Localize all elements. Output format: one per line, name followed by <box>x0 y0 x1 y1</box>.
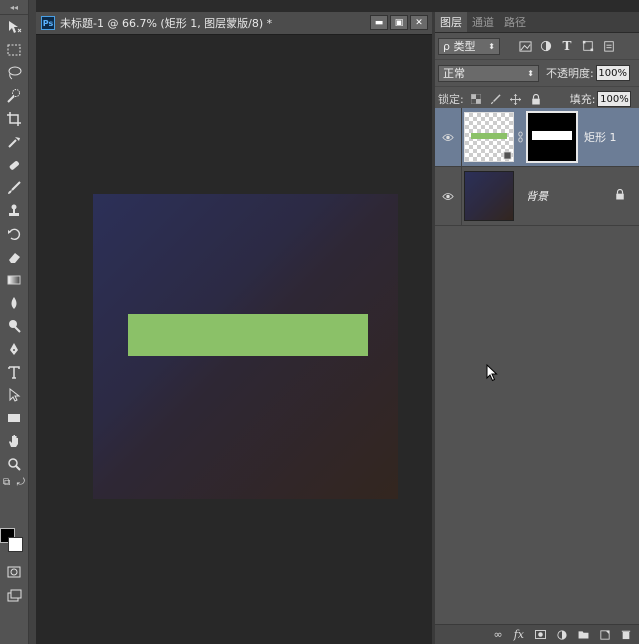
layer-row-background[interactable]: 背景 <box>435 167 639 226</box>
delete-layer-trash-icon[interactable] <box>621 629 631 640</box>
adjustment-layer-icon[interactable] <box>557 629 567 640</box>
filter-kind-label: ρ 类型 <box>443 40 476 53</box>
path-selection-icon[interactable] <box>0 383 28 406</box>
minimize-button[interactable]: ▬ <box>370 15 388 30</box>
background-color-swatch[interactable] <box>8 537 23 552</box>
layer-lock-icon[interactable] <box>615 188 625 203</box>
layer-filter-row: ρ 类型 ⬍ T <box>435 33 639 60</box>
lock-image-pixels-icon[interactable] <box>490 93 502 105</box>
green-rectangle-shape[interactable] <box>128 314 368 356</box>
history-brush-icon[interactable] <box>0 222 28 245</box>
photoshop-doc-icon: Ps <box>41 16 55 30</box>
quick-mask-icon[interactable] <box>0 560 28 583</box>
visibility-eye-icon[interactable] <box>435 167 462 225</box>
new-group-folder-icon[interactable] <box>578 630 589 639</box>
add-mask-icon[interactable] <box>535 630 546 639</box>
tab-layers[interactable]: 图层 <box>435 12 467 32</box>
document-tab[interactable]: Ps 未标题-1 @ 66.7% (矩形 1, 图层蒙版/8) * ▬ ▣ ✕ <box>36 12 432 35</box>
type-icon[interactable] <box>0 360 28 383</box>
document-title: 未标题-1 @ 66.7% (矩形 1, 图层蒙版/8) * <box>60 17 273 30</box>
panel-tabs: 图层 通道 路径 <box>435 12 639 33</box>
healing-brush-icon[interactable] <box>0 153 28 176</box>
document-window: Ps 未标题-1 @ 66.7% (矩形 1, 图层蒙版/8) * ▬ ▣ ✕ <box>36 12 432 644</box>
mouse-cursor-icon <box>486 364 498 382</box>
blur-icon[interactable] <box>0 291 28 314</box>
layer-name: 矩形 1 <box>584 131 617 144</box>
lock-position-icon[interactable] <box>510 93 522 105</box>
lock-transparent-pixels-icon[interactable] <box>470 93 482 105</box>
blend-mode-select[interactable]: 正常 ⬍ <box>438 64 539 82</box>
zoom-icon[interactable] <box>0 452 28 475</box>
background-thumbnail <box>464 171 514 221</box>
mask-white-area <box>532 131 572 140</box>
screen-mode-icon[interactable] <box>0 584 28 607</box>
window-controls: ▬ ▣ ✕ <box>370 15 428 30</box>
quick-selection-icon[interactable] <box>0 84 28 107</box>
default-colors-swap-icon[interactable]: ⧉ ⤾ <box>0 475 28 491</box>
pen-icon[interactable] <box>0 337 28 360</box>
layer-thumbnail <box>464 112 514 162</box>
dodge-icon[interactable] <box>0 314 28 337</box>
blend-row: 正常 ⬍ 不透明度: 100% <box>435 60 639 87</box>
swap-colors-icon[interactable]: ⤾ <box>17 478 25 488</box>
vector-shape-badge-icon <box>503 151 512 160</box>
shape-preview <box>471 133 507 139</box>
tools-panel: ◂◂ ⧉ ⤾ <box>0 0 29 644</box>
lasso-icon[interactable] <box>0 61 28 84</box>
eyedropper-icon[interactable] <box>0 130 28 153</box>
layer-row-rectangle[interactable]: 矩形 1 <box>435 108 639 167</box>
maximize-button[interactable]: ▣ <box>390 15 408 30</box>
lock-all-icon[interactable] <box>530 93 542 105</box>
shape-filter-icon[interactable] <box>581 39 595 53</box>
layers-panel-footer: ∞ fx <box>435 624 639 644</box>
move-tool-icon[interactable] <box>0 15 28 38</box>
layer-mask-thumbnail[interactable] <box>526 111 578 163</box>
type-filter-icon[interactable]: T <box>560 39 574 53</box>
layers-list: 矩形 1 背景 <box>435 108 639 226</box>
pixel-filter-icon[interactable] <box>518 39 532 53</box>
select-arrows-icon: ⬍ <box>527 68 534 78</box>
visibility-eye-icon[interactable] <box>435 108 462 166</box>
fill-input[interactable]: 100% <box>597 91 632 107</box>
hand-icon[interactable] <box>0 429 28 452</box>
tab-channels[interactable]: 通道 <box>467 12 499 32</box>
brush-icon[interactable] <box>0 176 28 199</box>
image-canvas[interactable] <box>93 194 398 499</box>
default-colors-icon[interactable]: ⧉ <box>3 478 10 488</box>
chain-link-icon[interactable] <box>514 112 526 162</box>
smart-object-filter-icon[interactable] <box>602 39 616 53</box>
collapse-toolbar-button[interactable]: ◂◂ <box>0 0 28 15</box>
opacity-input[interactable]: 100% <box>595 65 630 81</box>
lock-label: 锁定: <box>438 93 464 106</box>
gradient-icon[interactable] <box>0 268 28 291</box>
rectangle-shape-icon[interactable] <box>0 406 28 429</box>
fill-label: 填充: <box>569 93 596 106</box>
adjustment-filter-icon[interactable] <box>539 39 553 53</box>
link-layers-icon[interactable]: ∞ <box>494 628 503 641</box>
layer-name: 背景 <box>526 190 548 203</box>
close-button[interactable]: ✕ <box>410 15 428 30</box>
select-arrows-icon: ⬍ <box>488 41 495 51</box>
opacity-label: 不透明度: <box>546 67 594 80</box>
tab-paths[interactable]: 路径 <box>499 12 531 32</box>
filter-kind-select[interactable]: ρ 类型 ⬍ <box>438 37 500 55</box>
layers-panel: 图层 通道 路径 ρ 类型 ⬍ T 正常 ⬍ 不透明度: 100% 锁定: 填充… <box>435 12 639 644</box>
new-layer-icon[interactable] <box>600 629 610 640</box>
eraser-icon[interactable] <box>0 245 28 268</box>
layer-style-fx-icon[interactable]: fx <box>514 628 524 641</box>
blend-mode-value: 正常 <box>443 67 465 80</box>
crop-icon[interactable] <box>0 107 28 130</box>
clone-stamp-icon[interactable] <box>0 199 28 222</box>
panel-gutter <box>29 0 36 644</box>
rectangular-marquee-icon[interactable] <box>0 38 28 61</box>
